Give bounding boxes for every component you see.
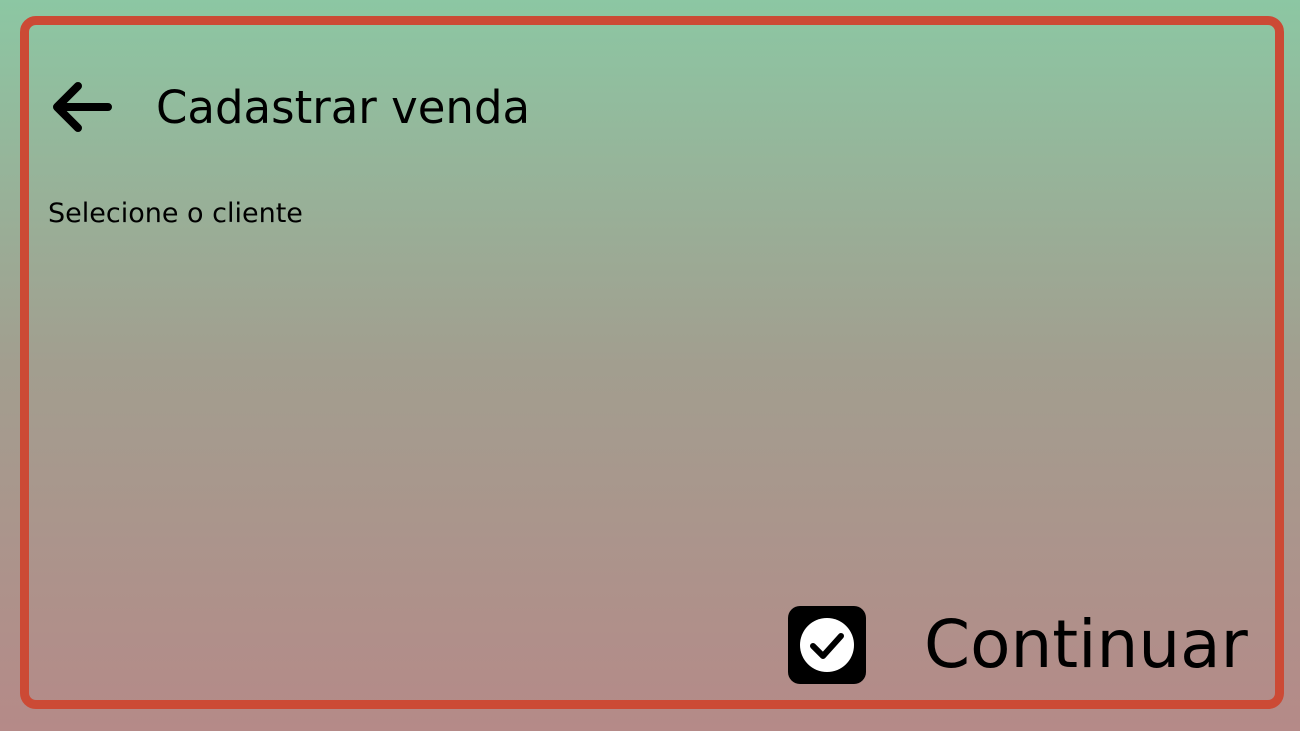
- page-title: Cadastrar venda: [156, 81, 531, 134]
- checkbox-checked-icon: [788, 606, 866, 684]
- select-client-label: Selecione o cliente: [48, 198, 303, 229]
- back-button[interactable]: [50, 80, 112, 134]
- continue-button[interactable]: Continuar: [788, 602, 1248, 688]
- arrow-left-icon: [53, 82, 112, 132]
- continue-label: Continuar: [924, 606, 1248, 683]
